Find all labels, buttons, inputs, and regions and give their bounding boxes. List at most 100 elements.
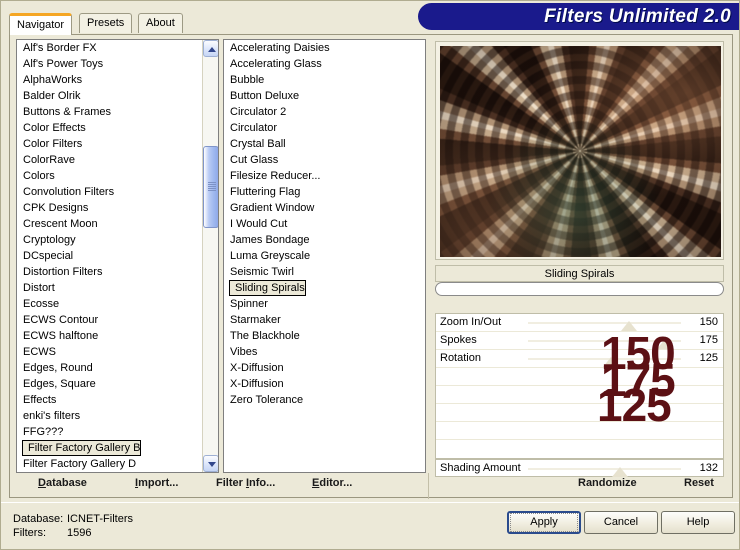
tab-navigator[interactable]: Navigator: [9, 13, 73, 35]
shading-amount-value: 132: [699, 462, 718, 474]
parameter-value: 150: [699, 316, 718, 328]
list-item[interactable]: ECWS: [17, 344, 218, 360]
list-item[interactable]: Spinner: [224, 296, 425, 312]
database-button[interactable]: Database: [38, 477, 87, 489]
list-item-selected[interactable]: Filter Factory Gallery B: [22, 440, 142, 456]
list-item[interactable]: AlphaWorks: [17, 72, 218, 88]
list-item[interactable]: Filter Factory Gallery B: [17, 440, 218, 456]
action-bar: Database Import... Filter Info... Editor…: [16, 473, 728, 499]
parameter-row-empty: [436, 422, 723, 440]
list-item[interactable]: ECWS halftone: [17, 328, 218, 344]
shading-amount-row[interactable]: Shading Amount 132: [435, 459, 724, 477]
preview-column: Sliding Spirals Zoom In/Out 150 Spokes 175 R…: [430, 39, 728, 477]
list-item[interactable]: Bubble: [224, 72, 425, 88]
list-item[interactable]: enki's filters: [17, 408, 218, 424]
list-item[interactable]: Colors: [17, 168, 218, 184]
parameter-row[interactable]: Zoom In/Out 150: [436, 314, 723, 332]
list-item[interactable]: Fluttering Flag: [224, 184, 425, 200]
parameter-row[interactable]: Spokes 175: [436, 332, 723, 350]
list-item[interactable]: Sliding Spirals: [224, 280, 425, 296]
app-title-text: Filters Unlimited 2.0: [544, 6, 731, 27]
list-item[interactable]: ECWS Contour: [17, 312, 218, 328]
scroll-down-arrow-icon[interactable]: [203, 455, 218, 472]
category-list[interactable]: Alf's Border FX Alf's Power Toys AlphaWork…: [16, 39, 219, 473]
category-scrollbar[interactable]: [202, 40, 218, 472]
list-item[interactable]: Crescent Moon: [17, 216, 218, 232]
parameter-track[interactable]: [528, 322, 681, 324]
list-item[interactable]: Convolution Filters: [17, 184, 218, 200]
list-item[interactable]: Distort: [17, 280, 218, 296]
parameter-row[interactable]: Rotation 125: [436, 350, 723, 368]
filter-list[interactable]: Accelerating Daisies Accelerating Glass Bu…: [223, 39, 426, 473]
tab-about[interactable]: About: [138, 13, 183, 33]
list-item[interactable]: Edges, Square: [17, 376, 218, 392]
parameter-thumb[interactable]: [621, 321, 637, 331]
list-item[interactable]: Color Filters: [17, 136, 218, 152]
filter-info-button[interactable]: Filter Info...: [216, 477, 275, 489]
list-item[interactable]: Buttons & Frames: [17, 104, 218, 120]
list-item[interactable]: Effects: [17, 392, 218, 408]
list-item[interactable]: FFG???: [17, 424, 218, 440]
parameter-value: 175: [699, 334, 718, 346]
list-item[interactable]: Cut Glass: [224, 152, 425, 168]
category-scrollbar-thumb[interactable]: [203, 146, 218, 228]
list-item[interactable]: DCspecial: [17, 248, 218, 264]
preview-frame[interactable]: [435, 41, 724, 260]
cancel-button[interactable]: Cancel: [584, 511, 658, 534]
list-item[interactable]: Edges, Round: [17, 360, 218, 376]
parameter-thumb[interactable]: [657, 339, 673, 349]
editor-button[interactable]: Editor...: [312, 477, 352, 489]
list-item[interactable]: Filter Factory Gallery D: [17, 456, 218, 472]
apply-button[interactable]: Apply: [507, 511, 581, 534]
scroll-up-arrow-icon[interactable]: [203, 40, 218, 57]
navigator-panel: Alf's Border FX Alf's Power Toys AlphaWork…: [9, 34, 733, 499]
list-item[interactable]: Zero Tolerance: [224, 392, 425, 408]
filters-count: 1596: [67, 527, 92, 539]
list-item[interactable]: James Bondage: [224, 232, 425, 248]
help-button[interactable]: Help: [661, 511, 735, 534]
list-item[interactable]: Vibes: [224, 344, 425, 360]
selected-filter-name: Sliding Spirals: [435, 265, 724, 282]
category-list-items: Alf's Border FX Alf's Power Toys AlphaWork…: [17, 40, 218, 472]
list-item[interactable]: CPK Designs: [17, 200, 218, 216]
filter-progress-bar: [435, 282, 724, 296]
shading-amount-thumb[interactable]: [612, 467, 628, 477]
reset-button[interactable]: Reset: [684, 477, 714, 489]
list-item[interactable]: Circulator 2: [224, 104, 425, 120]
preview-image-spiral: [440, 46, 721, 257]
status-bar: Database: ICNET-Filters Filters: 1596 Appl…: [1, 502, 739, 549]
list-item-selected[interactable]: Sliding Spirals: [229, 280, 306, 296]
list-item[interactable]: Filesize Reducer...: [224, 168, 425, 184]
list-item[interactable]: Balder Olrik: [17, 88, 218, 104]
list-item[interactable]: Gradient Window: [224, 200, 425, 216]
list-item[interactable]: Alf's Border FX: [17, 40, 218, 56]
list-item[interactable]: ColorRave: [17, 152, 218, 168]
tab-presets[interactable]: Presets: [79, 13, 133, 33]
list-item[interactable]: Luma Greyscale: [224, 248, 425, 264]
list-item[interactable]: Cryptology: [17, 232, 218, 248]
database-label: Database:: [13, 513, 64, 525]
parameter-thumb[interactable]: [603, 357, 619, 367]
parameter-row-empty: [436, 404, 723, 422]
list-item[interactable]: Ecosse: [17, 296, 218, 312]
list-item[interactable]: Alf's Power Toys: [17, 56, 218, 72]
list-item[interactable]: Distortion Filters: [17, 264, 218, 280]
list-item[interactable]: Color Effects: [17, 120, 218, 136]
import-button[interactable]: Import...: [135, 477, 178, 489]
list-item[interactable]: Seismic Twirl: [224, 264, 425, 280]
list-item[interactable]: Accelerating Glass: [224, 56, 425, 72]
list-item[interactable]: Starmaker: [224, 312, 425, 328]
randomize-button[interactable]: Randomize: [578, 477, 637, 489]
list-item[interactable]: X-Diffusion: [224, 376, 425, 392]
list-item[interactable]: Crystal Ball: [224, 136, 425, 152]
list-item[interactable]: I Would Cut: [224, 216, 425, 232]
panel-spacer: [435, 296, 724, 312]
parameter-row-empty: [436, 386, 723, 404]
list-item[interactable]: The Blackhole: [224, 328, 425, 344]
list-item[interactable]: X-Diffusion: [224, 360, 425, 376]
list-item[interactable]: Button Deluxe: [224, 88, 425, 104]
list-item[interactable]: Accelerating Daisies: [224, 40, 425, 56]
parameter-row-empty: [436, 368, 723, 386]
list-item[interactable]: Circulator: [224, 120, 425, 136]
filters-label: Filters:: [13, 527, 46, 539]
